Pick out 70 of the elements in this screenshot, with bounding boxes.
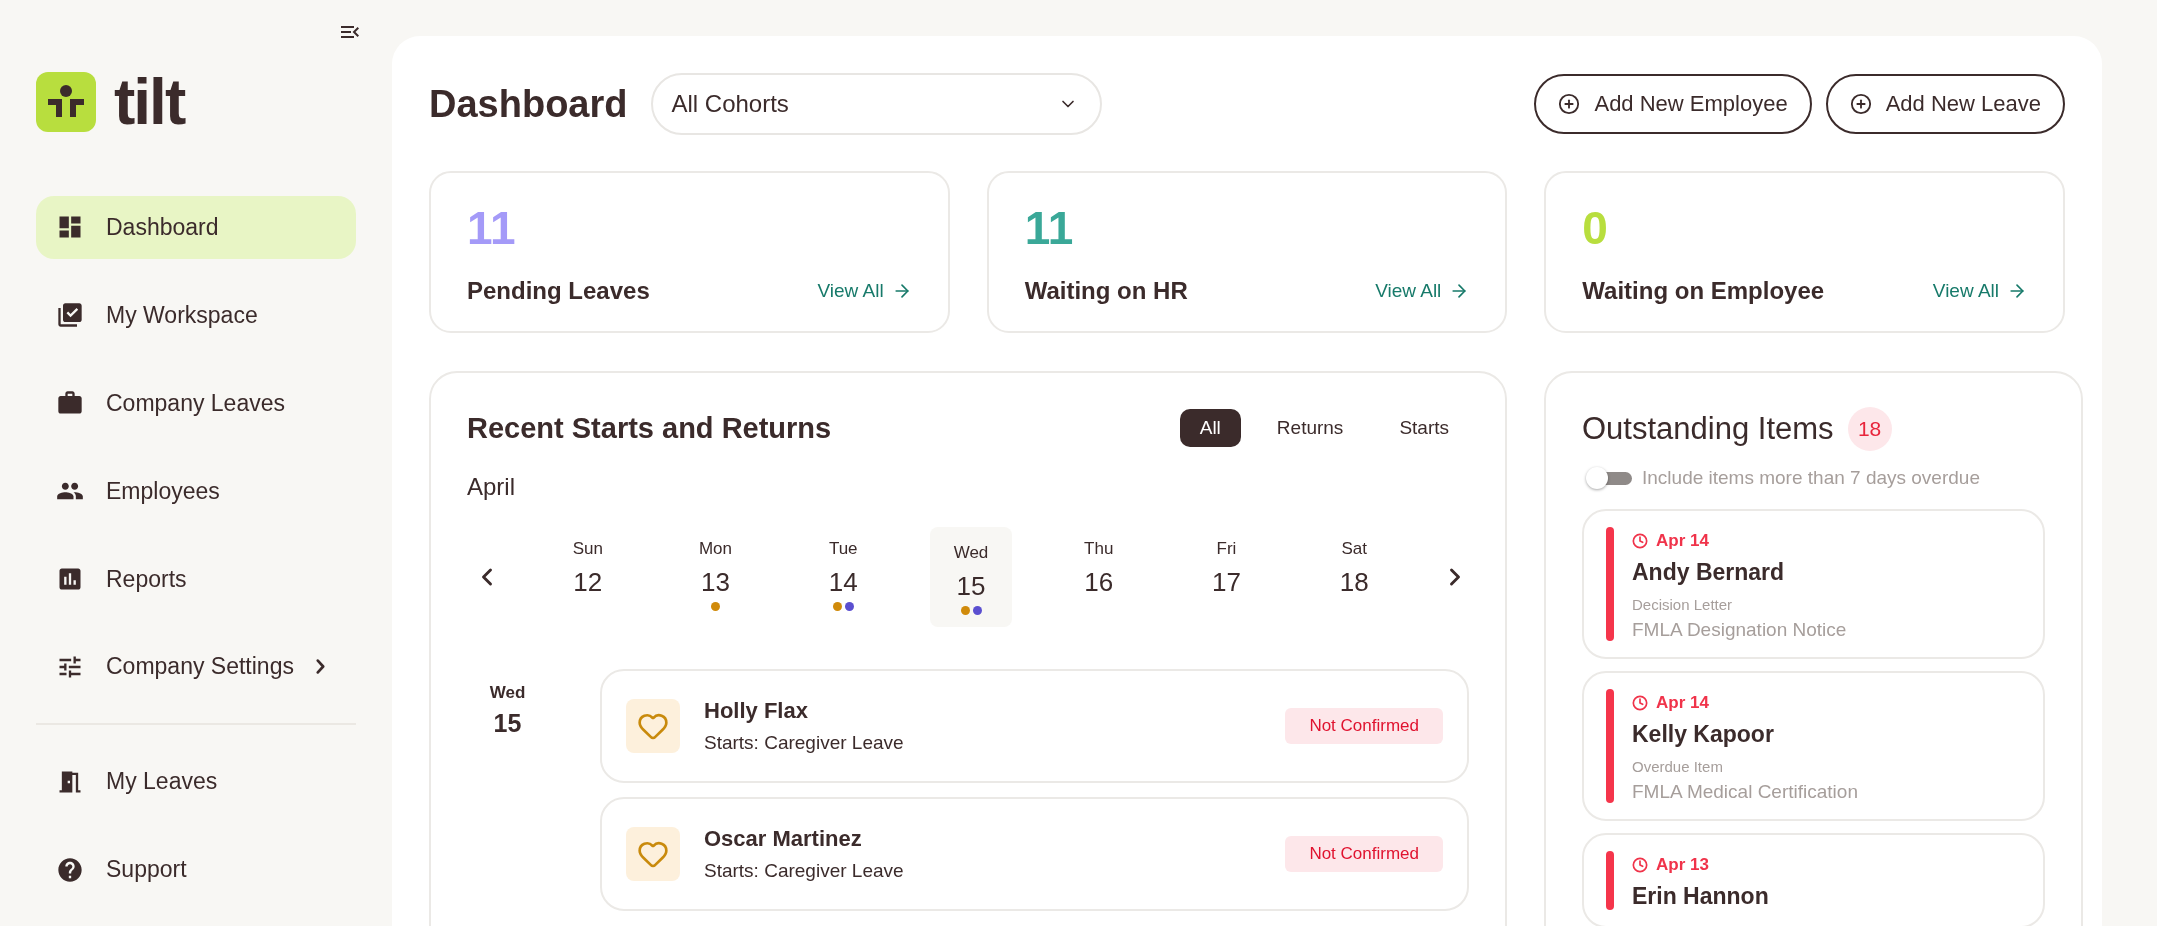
- due-date: Apr 14: [1632, 693, 1858, 713]
- stat-label: Waiting on HR: [1024, 277, 1188, 305]
- nav-icon: [56, 301, 84, 330]
- employee-name: Holly Flax: [704, 698, 809, 724]
- sidebar-item[interactable]: Company Settings: [36, 635, 356, 699]
- leave-detail: Starts: Caregiver Leave: [704, 860, 905, 882]
- page-title: Dashboard: [429, 82, 628, 126]
- leave-entry-card[interactable]: Holly Flax Starts: Caregiver Leave Not Confirmed: [600, 669, 1469, 783]
- calendar-day[interactable]: Mon 13: [674, 527, 757, 627]
- item-type: Decision Letter: [1632, 596, 1734, 613]
- cohort-select[interactable]: All Cohorts: [651, 73, 1103, 135]
- document-name: FMLA Medical Certification: [1632, 781, 1858, 803]
- sidebar-item[interactable]: Support: [36, 838, 356, 902]
- add-button[interactable]: Add New Employee: [1534, 74, 1812, 134]
- sidebar-item[interactable]: Dashboard: [36, 196, 356, 259]
- leave-entry-card[interactable]: Oscar Martinez Starts: Caregiver Leave Not Confirmed: [600, 797, 1469, 911]
- leave-detail: Starts: Caregiver Leave: [704, 732, 905, 754]
- overdue-toggle[interactable]: [1586, 467, 1632, 489]
- nav-icon: [56, 855, 84, 884]
- due-date: Apr 14: [1632, 531, 1847, 551]
- status-badge: Not Confirmed: [1285, 708, 1443, 744]
- view-all-link[interactable]: View All: [817, 280, 912, 302]
- outstanding-item-card[interactable]: Apr 14 Kelly Kapoor Overdue Item FMLA Medical Certification: [1582, 671, 2045, 821]
- calendar-day[interactable]: Thu 16: [1057, 527, 1140, 627]
- calendar-day[interactable]: Sun 12: [546, 527, 629, 627]
- view-all-link[interactable]: View All: [1932, 280, 2027, 302]
- stat-count: 11: [1024, 205, 1075, 253]
- due-date: Apr 13: [1632, 855, 1769, 875]
- clock-icon: [1632, 695, 1648, 711]
- stat-label: Pending Leaves: [467, 277, 650, 305]
- plus-circle-icon: [1849, 93, 1872, 115]
- filter-tab[interactable]: Starts: [1379, 409, 1469, 447]
- filter-tab[interactable]: Returns: [1256, 409, 1364, 447]
- employee-name: Andy Bernard: [1632, 559, 1786, 586]
- group-weekday: Wed: [489, 683, 526, 703]
- sidebar-item[interactable]: Reports: [36, 547, 356, 611]
- employee-name: Oscar Martinez: [704, 826, 863, 852]
- sidebar-item[interactable]: Employees: [36, 459, 356, 523]
- filter-tab[interactable]: All: [1179, 409, 1241, 447]
- document-name: FMLA Designation Notice: [1632, 619, 1847, 641]
- month-label: April: [467, 473, 516, 501]
- card-title: Outstanding Items: [1582, 411, 1834, 447]
- calendar-day[interactable]: Wed 15: [930, 527, 1012, 627]
- view-all-link[interactable]: View All: [1375, 280, 1470, 302]
- outstanding-item-card[interactable]: Apr 13 Erin Hannon: [1582, 833, 2045, 926]
- stat-count: 11: [467, 205, 517, 253]
- clock-icon: [1632, 857, 1648, 873]
- clock-icon: [1632, 533, 1648, 549]
- logo-icon: [36, 72, 96, 132]
- logo-wordmark: tilt: [114, 70, 185, 134]
- sidebar-item[interactable]: My Workspace: [36, 283, 356, 347]
- calendar-day[interactable]: Sat 18: [1313, 527, 1396, 627]
- item-type: Overdue Item: [1632, 758, 1724, 775]
- sidebar-item[interactable]: My Leaves: [36, 750, 356, 814]
- count-badge: 18: [1847, 407, 1892, 451]
- add-button[interactable]: Add New Leave: [1825, 74, 2065, 134]
- employee-name: Kelly Kapoor: [1632, 721, 1775, 748]
- overdue-bar: [1606, 851, 1614, 910]
- stat-label: Waiting on Employee: [1582, 277, 1825, 305]
- group-date: 15: [493, 709, 522, 738]
- plus-circle-icon: [1558, 93, 1581, 115]
- status-badge: Not Confirmed: [1285, 836, 1443, 872]
- calendar-day[interactable]: Tue 14: [802, 527, 885, 627]
- sidebar-item[interactable]: Company Leaves: [36, 371, 356, 435]
- outstanding-item-card[interactable]: Apr 14 Andy Bernard Decision Letter FMLA Designation Notice: [1582, 509, 2045, 659]
- stat-count: 0: [1582, 205, 1609, 253]
- employee-name: Erin Hannon: [1632, 883, 1769, 910]
- toggle-label: Include items more than 7 days overdue: [1642, 467, 1980, 489]
- card-title: Recent Starts and Returns: [467, 411, 832, 445]
- calendar-day[interactable]: Fri 17: [1185, 527, 1268, 627]
